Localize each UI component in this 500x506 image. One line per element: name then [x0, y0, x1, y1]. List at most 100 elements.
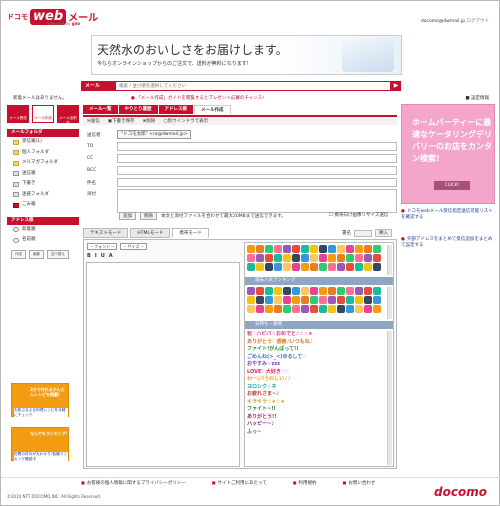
emoji-icon[interactable] — [292, 254, 300, 262]
emoji-icon[interactable] — [328, 245, 336, 253]
settings-link[interactable]: ■ 設定情報 — [465, 95, 489, 101]
emoji-icon[interactable] — [364, 254, 372, 262]
emoji-icon[interactable] — [292, 296, 300, 304]
folder-item[interactable]: 受信箱(1) — [7, 137, 79, 148]
create-folder-button[interactable]: 作成 — [11, 249, 26, 259]
emoji-icon[interactable] — [265, 305, 273, 313]
emoji-icon[interactable] — [301, 263, 309, 271]
underline-button[interactable]: U — [101, 253, 105, 259]
emoji-icon[interactable] — [265, 245, 273, 253]
catering-ad[interactable]: ホームパーティーに最適なケータリングデリバリーのお店をカンタン検索! CLICK… — [401, 104, 495, 204]
signature-select[interactable] — [354, 229, 372, 237]
ranking-ad-link[interactable]: 世間の好みが丸わかり!各種ランキング確認中 — [14, 452, 68, 461]
privacy-policy-link[interactable]: お客様の個人情報に関するプライバシーポリシー — [81, 480, 186, 486]
right-link-receive-settings[interactable]: ● ドコモwebメール受信指定送信可能リストを確認する — [401, 209, 496, 221]
emoji-icon[interactable] — [373, 245, 381, 253]
contact-link[interactable]: お問い合わせ — [343, 480, 375, 486]
emoji-icon[interactable] — [265, 254, 273, 262]
emoji-icon[interactable] — [265, 296, 273, 304]
tab-history[interactable]: やりとり履歴 — [118, 105, 158, 114]
emoji-icon[interactable] — [310, 245, 318, 253]
deco-text-item[interactable]: キラキラ☆★☆★ — [247, 399, 387, 407]
emoji-icon[interactable] — [328, 254, 336, 262]
emoji-icon[interactable] — [319, 263, 327, 271]
open-window-button[interactable]: ▢別ウインドウで表示 — [163, 118, 208, 124]
emoji-icon[interactable] — [364, 296, 372, 304]
emoji-icon[interactable] — [247, 296, 255, 304]
delete-button[interactable]: ⊗削除 — [143, 118, 156, 124]
contacts-header[interactable]: アドレス帳 — [7, 216, 79, 225]
emoji-icon[interactable] — [319, 305, 327, 313]
deco-section-header[interactable]: 気持ち・感情 — [245, 321, 393, 329]
emoji-icon[interactable] — [310, 296, 318, 304]
campaign-notice[interactable]: ● 「メール作成」ガイドを閲覧するとプレゼント応募のチャンス! — [131, 95, 264, 101]
deco-scrollbar[interactable] — [387, 331, 392, 465]
folder-item[interactable]: 個人フォルダ — [7, 148, 79, 159]
emoji-icon[interactable] — [247, 263, 255, 271]
emoji-icon[interactable] — [256, 287, 264, 295]
deco-text-item[interactable]: ふっ~ — [247, 429, 387, 437]
bcc-field[interactable] — [117, 166, 397, 175]
folder-item[interactable]: 下書き — [7, 179, 79, 190]
emoji-icon[interactable] — [337, 263, 345, 271]
emoji-icon[interactable] — [274, 254, 282, 262]
emoji-icon[interactable] — [274, 287, 282, 295]
emoji-icon[interactable] — [319, 245, 327, 253]
emoji-icon[interactable] — [373, 305, 381, 313]
save-draft-button[interactable]: ▣下書き保存 — [108, 118, 135, 124]
emoji-icon[interactable] — [301, 287, 309, 295]
emoji-icon[interactable] — [256, 296, 264, 304]
emoji-icon[interactable] — [346, 296, 354, 304]
tab-address-book[interactable]: アドレス帳 — [158, 105, 193, 114]
bold-button[interactable]: B — [87, 253, 91, 259]
top-banner-ad[interactable]: 天然水のおいしさをお届けします。 今ならオンラインショップからのご注文で、送料が… — [91, 35, 402, 75]
docomo-logo[interactable]: docomo — [434, 485, 487, 499]
deco-text-item[interactable]: ごめんね(>_<)ゆるして♡ — [247, 354, 387, 362]
cc-field[interactable] — [117, 154, 397, 163]
emoji-icon[interactable] — [346, 305, 354, 313]
emoji-icon[interactable] — [247, 254, 255, 262]
folder-item[interactable]: ごみ箱 — [7, 200, 79, 211]
emoji-icon[interactable] — [319, 287, 327, 295]
emoji-icon[interactable] — [274, 245, 282, 253]
remove-attachment-button[interactable]: 削除 — [140, 212, 157, 220]
emoji-icon[interactable] — [346, 245, 354, 253]
emoji-icon[interactable] — [346, 263, 354, 271]
emoji-icon[interactable] — [247, 245, 255, 253]
emoji-icon[interactable] — [283, 263, 291, 271]
emoji-icon[interactable] — [373, 287, 381, 295]
emoji-icon[interactable] — [364, 245, 372, 253]
emoji-icon[interactable] — [310, 254, 318, 262]
emoji-icon[interactable] — [256, 245, 264, 253]
compose-mail-button[interactable]: メール作成 — [32, 105, 54, 123]
popular-ranking-header[interactable]: 過去人気ランキング — [245, 277, 393, 285]
emoji-icon[interactable] — [355, 254, 363, 262]
recipe-ad-link[interactable]: お肌ぷるぷる料理レシピを手軽にチェック — [14, 408, 68, 417]
resize-image-option[interactable]: ☐ 携帯向け画像リサイズ送信 — [329, 212, 388, 218]
emoji-icon[interactable] — [328, 296, 336, 304]
search-input[interactable] — [115, 81, 391, 91]
delete-all-button[interactable]: メール全削除 — [57, 105, 79, 125]
recent-scrollbar[interactable] — [387, 245, 392, 275]
emoji-icon[interactable] — [274, 305, 282, 313]
emoji-icon[interactable] — [355, 263, 363, 271]
emoji-icon[interactable] — [328, 305, 336, 313]
tab-html-mode[interactable]: HTMLモード — [130, 228, 171, 238]
deco-text-item[interactable]: ハッピー~♪ — [247, 421, 387, 429]
site-terms-link[interactable]: サイトご利用にあたって — [212, 480, 266, 486]
emoji-icon[interactable] — [346, 287, 354, 295]
tab-compose[interactable]: メール作成 — [194, 105, 231, 114]
emoji-icon[interactable] — [247, 287, 255, 295]
emoji-icon[interactable] — [319, 254, 327, 262]
deco-text-item[interactable]: ファイト~!! — [247, 406, 387, 414]
folder-item[interactable]: 迷惑フォルダ — [7, 190, 79, 201]
emoji-icon[interactable] — [292, 263, 300, 271]
deco-text-item[interactable]: ヨロシク☆ネ — [247, 384, 387, 392]
right-link-external-address[interactable]: ● 外部アドレスをまとめて受信追加をまとめて設定する — [401, 237, 496, 249]
folder-item[interactable]: 送信箱 — [7, 169, 79, 180]
insert-signature-button[interactable]: 挿入 — [375, 229, 392, 237]
deco-text-item[interactable]: わーい!うれしい♪♪ — [247, 376, 387, 384]
emoji-icon[interactable] — [283, 245, 291, 253]
emoji-icon[interactable] — [337, 254, 345, 262]
deco-text-item[interactable]: おやすみ☆zzz — [247, 361, 387, 369]
